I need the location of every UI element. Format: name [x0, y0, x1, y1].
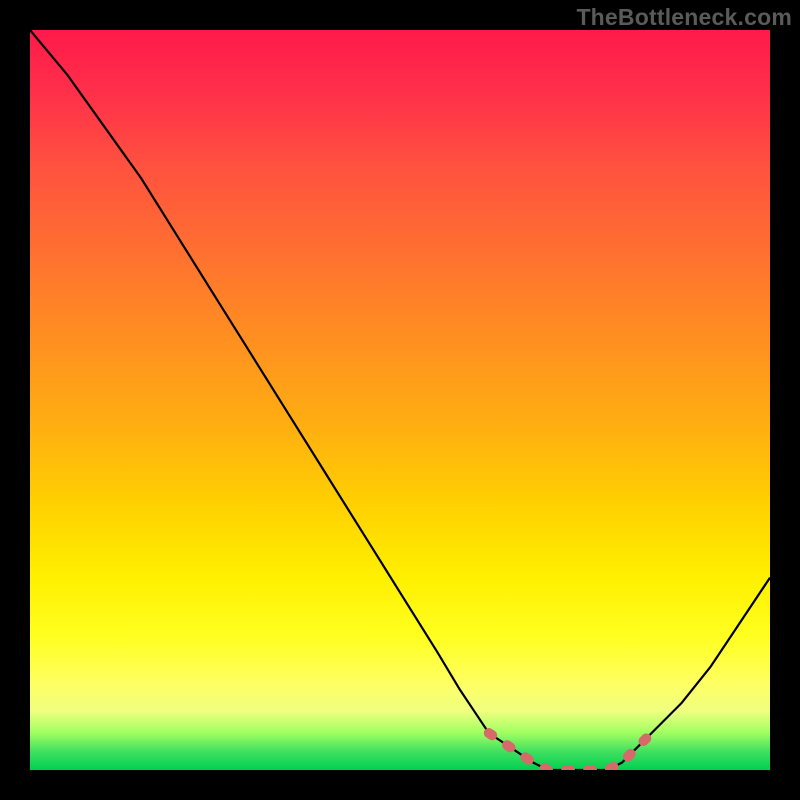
plot-area	[30, 30, 770, 770]
chart-container: TheBottleneck.com	[0, 0, 800, 800]
bottleneck-curve	[30, 30, 770, 770]
chart-svg	[30, 30, 770, 770]
watermark-text: TheBottleneck.com	[576, 4, 792, 31]
optimal-range-markers	[489, 733, 652, 770]
